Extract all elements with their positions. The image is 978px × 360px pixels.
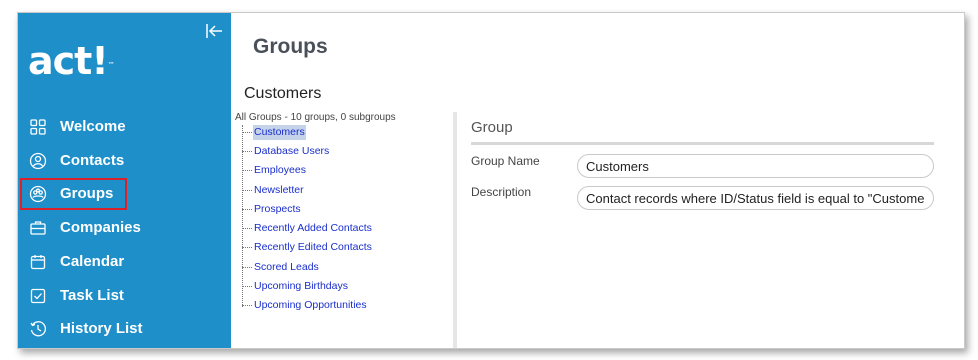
tree-connector [242, 125, 243, 307]
task-icon [29, 287, 47, 305]
sidebar-item-label: Companies [60, 219, 141, 236]
sidebar-item-calendar[interactable]: Calendar [18, 247, 231, 277]
section-title: Customers [244, 85, 322, 102]
app-window: act!™ Welcome Contacts Groups Companies … [17, 12, 965, 349]
history-icon [29, 320, 47, 338]
description-input[interactable] [577, 186, 934, 210]
sidebar-item-label: Welcome [60, 118, 126, 135]
sidebar-item-label: Contacts [60, 152, 125, 169]
briefcase-icon [29, 219, 47, 237]
calendar-icon [29, 253, 47, 271]
contact-icon [29, 152, 47, 170]
sidebar: act!™ Welcome Contacts Groups Companies … [18, 13, 231, 348]
detail-title: Group [471, 119, 513, 136]
act-logo: act!™ [28, 39, 115, 83]
group-name-label: Group Name [471, 154, 540, 168]
main-content: Groups Customers All Groups - 10 groups,… [231, 13, 964, 348]
page-title: Groups [253, 35, 328, 58]
sidebar-item-label: Task List [60, 287, 124, 304]
collapse-sidebar-icon[interactable] [204, 21, 224, 41]
selection-highlight [20, 178, 127, 210]
grid-icon [29, 118, 47, 136]
pane-splitter[interactable] [453, 112, 457, 348]
description-label: Description [471, 185, 532, 199]
sidebar-item-label: History List [60, 320, 143, 337]
detail-divider [471, 142, 934, 145]
sidebar-item-task-list[interactable]: Task List [18, 281, 231, 311]
group-name-input[interactable] [577, 154, 934, 178]
sidebar-item-contacts[interactable]: Contacts [18, 146, 231, 176]
sidebar-item-label: Calendar [60, 253, 125, 270]
sidebar-item-history-list[interactable]: History List [18, 314, 231, 344]
sidebar-item-companies[interactable]: Companies [18, 213, 231, 243]
sidebar-item-welcome[interactable]: Welcome [18, 112, 231, 142]
group-tree: All Groups - 10 groups, 0 subgroups Cust… [235, 112, 396, 311]
tree-header: All Groups - 10 groups, 0 subgroups [235, 112, 396, 123]
